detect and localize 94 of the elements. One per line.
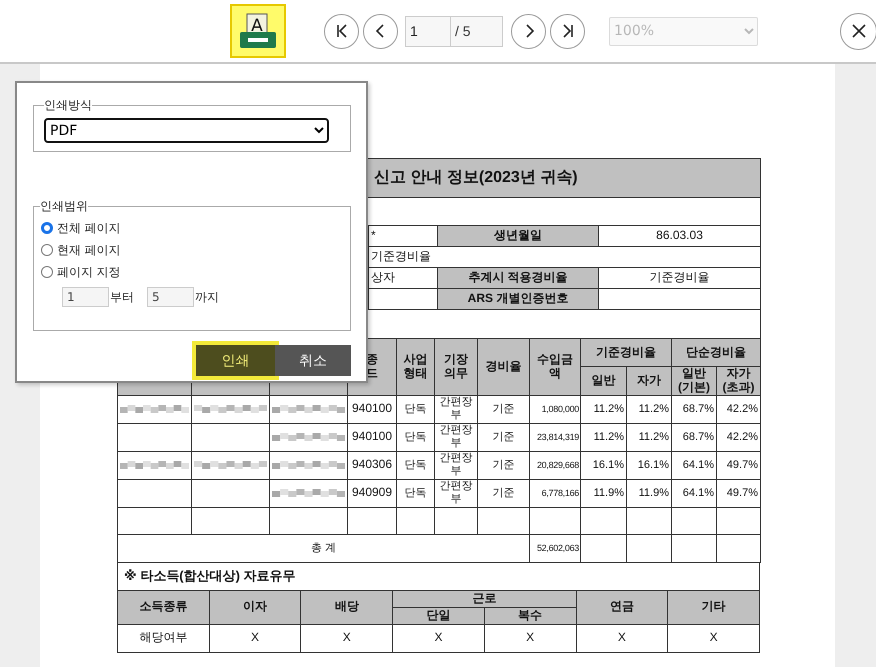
table-cell: 940100 [348,395,396,424]
from-label: 부터 [110,288,134,306]
column-header: 기장 의무 [434,338,478,396]
from-page-field[interactable]: 1 [62,287,109,307]
info-label: 추계시 적용경비율 [438,268,598,288]
previous-page-button[interactable] [363,14,398,48]
column-header: 단일 [392,607,484,624]
table-cell: 11.9% [580,479,626,508]
table-cell: 16.1% [626,451,672,480]
column-header: 기타 [668,590,760,624]
table-cell: 단독 [396,395,434,424]
table-cell: 6,778,166 [530,479,580,508]
total-label: 총 계 [118,534,530,562]
cancel-button[interactable]: 취소 [275,345,351,376]
range-radio[interactable] [41,244,53,256]
info-cell: 86.03.03 [598,226,761,246]
table-cell: 기준 [478,395,530,424]
radio-label: 전체 페이지 [57,220,120,236]
last-page-icon [560,23,574,39]
table-cell: 간편장부 [434,479,478,508]
column-header: 연금 [576,590,668,624]
table-cell: 49.7% [716,451,760,480]
table-cell: 기준 [478,451,530,480]
section-heading: ※ 타소득(합산대상) 자료유무 [118,562,760,590]
table-cell: X [576,624,668,652]
close-button[interactable] [840,12,876,50]
table-cell: 23,814,319 [530,423,580,452]
table-cell: 49.7% [716,479,760,508]
column-header: 일반 (기본) [672,366,716,396]
close-icon [850,23,866,39]
table-cell: 해당여부 [118,624,210,652]
table-cell: 1,080,000 [530,395,580,424]
table-cell: 단독 [396,423,434,452]
column-header: 복수 [484,607,576,624]
table-cell: 11.2% [580,395,626,424]
last-page-button[interactable] [550,14,585,48]
column-group-header: 근로 [392,590,576,608]
info-cell: 기준경비율 [598,268,761,288]
column-group-header: 단순경비율 [672,338,760,366]
table-cell: 68.7% [672,423,716,452]
print-button[interactable]: A [230,4,286,58]
next-page-button[interactable] [511,14,546,48]
table-cell: 11.2% [626,423,672,452]
table-cell: X [392,624,484,652]
to-page-field[interactable]: 5 [147,287,194,307]
table-cell: 기준 [478,479,530,508]
table-cell: 단독 [396,479,434,508]
print-method-select[interactable]: PDF [44,118,329,143]
group-legend: 인쇄범위 [40,198,88,215]
column-header: 수입금액 [530,338,580,396]
table-cell: 11.9% [626,479,672,508]
table-cell: 11.2% [580,423,626,452]
range-radio[interactable] [41,222,53,234]
radio-label: 페이지 지정 [57,264,120,280]
table-cell: 64.1% [672,479,716,508]
column-header: 사업 형태 [396,338,434,396]
range-radio[interactable] [41,266,53,278]
radio-label: 현재 페이지 [57,242,120,258]
to-label: 까지 [195,288,219,306]
page-number-field[interactable]: 1 [405,16,451,46]
table-cell: 11.2% [626,395,672,424]
table-cell: 간편장부 [434,395,478,424]
table-cell: 간편장부 [434,423,478,452]
column-group-header: 기준경비율 [580,338,672,366]
column-header: 일반 [580,366,626,396]
table-cell: 기준 [478,423,530,452]
first-page-button[interactable] [324,14,359,48]
column-header: 자가 [626,366,672,396]
group-legend: 인쇄방식 [44,97,92,114]
table-cell: 940909 [348,479,396,508]
table-cell: 64.1% [672,451,716,480]
page-total: / 5 [451,16,503,46]
table-cell: 20,829,668 [530,451,580,480]
info-label: ARS 개별인증번호 [438,288,598,310]
table-cell: 간편장부 [434,451,478,480]
table-cell: 940306 [348,451,396,480]
column-header: 경비율 [478,338,530,396]
table-cell: 68.7% [672,395,716,424]
print-button[interactable]: 인쇄 [196,345,275,376]
info-label: 생년월일 [438,226,598,246]
column-header: 배당 [300,590,393,624]
table-cell: 단독 [396,451,434,480]
column-header: 소득종류 [118,590,210,624]
table-cell: X [668,624,760,652]
table-cell: 42.2% [716,423,760,452]
table-cell: X [300,624,393,652]
table-cell: 42.2% [716,395,760,424]
table-cell: 16.1% [580,451,626,480]
table-cell: X [209,624,301,652]
column-header: 자가 (초과) [716,366,760,396]
column-header: 이자 [209,590,301,624]
first-page-icon [334,23,348,39]
table-cell: X [484,624,576,652]
table-cell: 940100 [348,423,396,452]
